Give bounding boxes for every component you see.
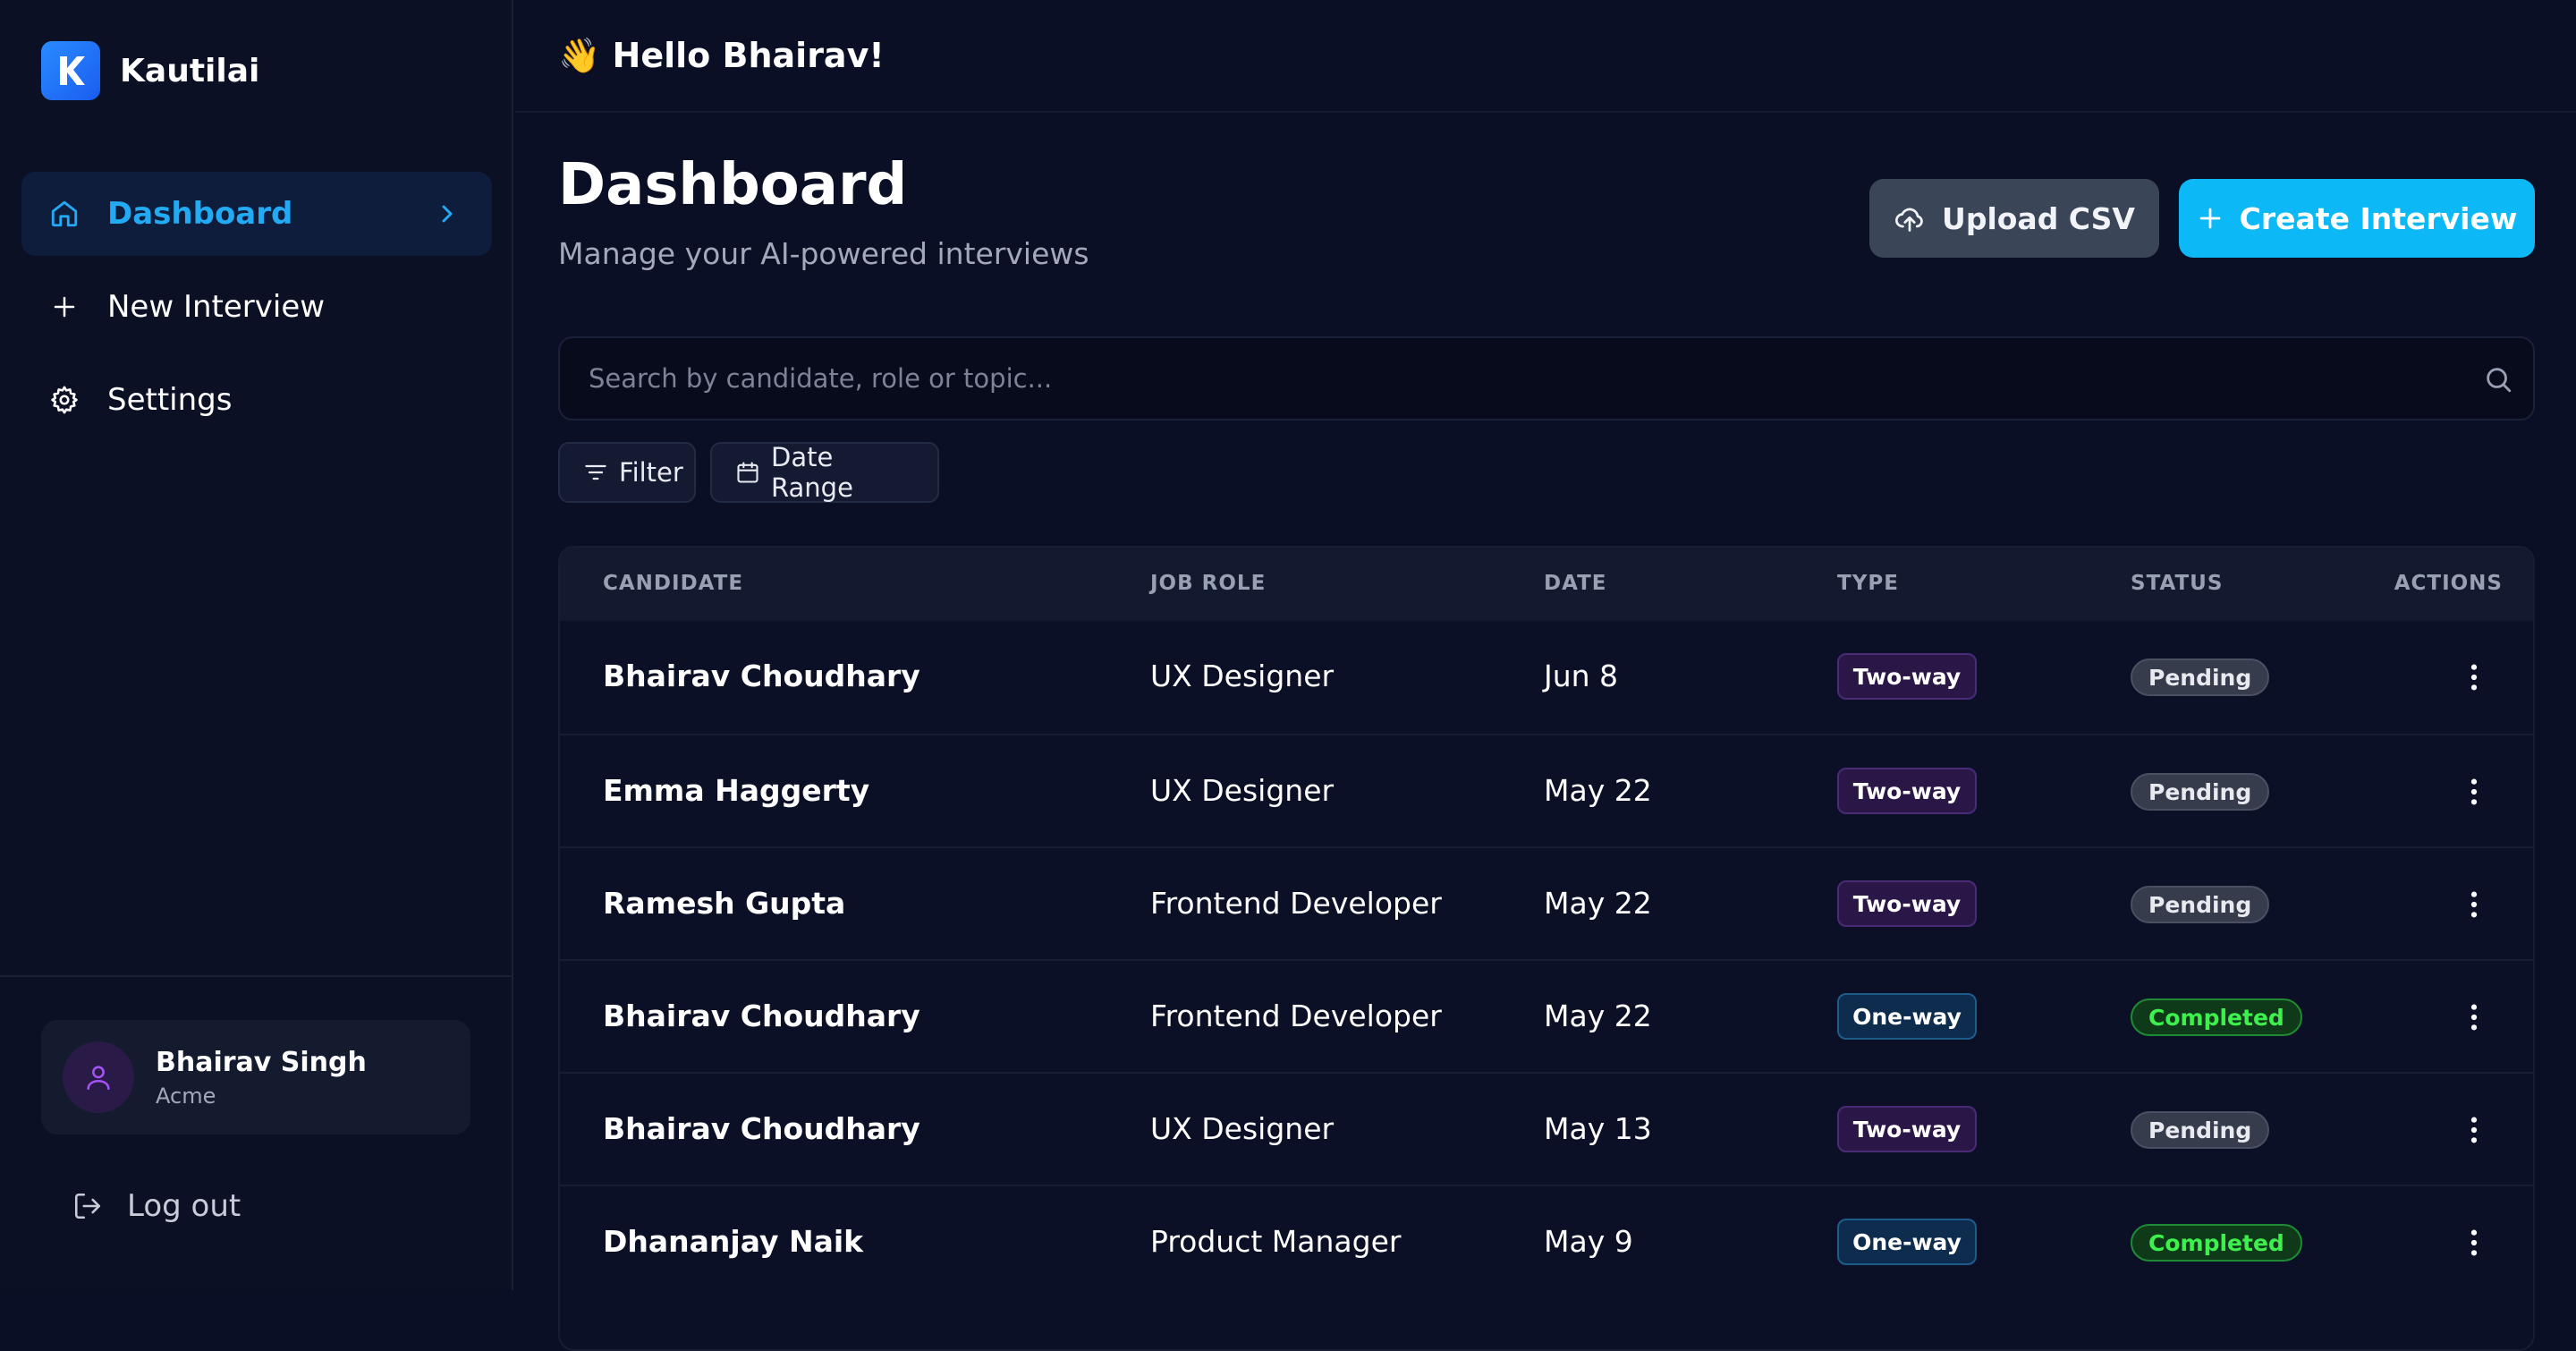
type-badge: Two-way (1837, 768, 1977, 814)
chevron-right-icon (433, 200, 462, 228)
table-row[interactable]: Bhairav Choudhary UX Designer May 13 Two… (560, 1072, 2533, 1185)
status-badge: Completed (2131, 1224, 2302, 1262)
brand-name: Kautilai (120, 52, 260, 89)
calendar-icon (735, 460, 760, 485)
sidebar-item-new-interview[interactable]: New Interview (21, 265, 492, 349)
column-header-candidate[interactable]: CANDIDATE (603, 572, 743, 595)
candidate-name: Emma Haggerty (603, 773, 870, 808)
logo-icon (41, 41, 100, 100)
status-badge: Pending (2131, 886, 2270, 923)
type-badge: Two-way (1837, 880, 1977, 927)
interview-date: May 9 (1544, 1224, 1633, 1259)
type-badge: One-way (1837, 1219, 1977, 1265)
avatar (63, 1041, 134, 1113)
table-row[interactable]: Ramesh Gupta Frontend Developer May 22 T… (560, 846, 2533, 959)
home-icon (48, 198, 80, 230)
user-card[interactable]: Bhairav Singh Acme (41, 1020, 470, 1134)
table-row[interactable]: Emma Haggerty UX Designer May 22 Two-way… (560, 734, 2533, 846)
status-badge: Pending (2131, 659, 2270, 696)
create-interview-label: Create Interview (2239, 200, 2518, 236)
more-options-icon[interactable] (2456, 884, 2492, 925)
cloud-upload-icon (1894, 202, 1926, 234)
user-name: Bhairav Singh (156, 1046, 367, 1078)
logout-button[interactable]: Log out (72, 1181, 241, 1231)
logout-label: Log out (127, 1188, 242, 1224)
plus-icon (48, 291, 80, 323)
column-header-type[interactable]: TYPE (1837, 572, 1899, 595)
job-role: UX Designer (1150, 773, 1335, 808)
filter-label: Filter (619, 457, 683, 488)
type-badge: One-way (1837, 993, 1977, 1040)
date-range-button[interactable]: Date Range (710, 442, 939, 503)
status-badge: Pending (2131, 773, 2270, 811)
greeting: 👋 Hello Bhairav! (558, 35, 885, 75)
interview-date: May 13 (1544, 1111, 1652, 1146)
more-options-icon[interactable] (2456, 997, 2492, 1038)
job-role: Frontend Developer (1150, 998, 1442, 1033)
job-role: UX Designer (1150, 659, 1335, 693)
column-header-job-role[interactable]: JOB ROLE (1150, 572, 1266, 595)
plus-icon (2197, 205, 2224, 232)
candidate-name: Dhananjay Naik (603, 1224, 864, 1259)
interviews-table: CANDIDATE JOB ROLE DATE TYPE STATUS ACTI… (558, 546, 2535, 1351)
column-header-status[interactable]: STATUS (2131, 572, 2223, 595)
logout-icon (72, 1190, 104, 1222)
job-role: Product Manager (1150, 1224, 1402, 1259)
create-interview-button[interactable]: Create Interview (2179, 179, 2535, 258)
brand[interactable]: Kautilai (41, 41, 259, 100)
status-badge: Pending (2131, 1111, 2270, 1149)
sidebar-item-settings[interactable]: Settings (21, 358, 492, 442)
search-icon[interactable] (2483, 364, 2513, 395)
sidebar-divider (0, 975, 513, 977)
table-row[interactable]: Bhairav Choudhary UX Designer Jun 8 Two-… (560, 621, 2533, 734)
top-bar: 👋 Hello Bhairav! (515, 0, 2576, 113)
column-header-date[interactable]: DATE (1544, 572, 1607, 595)
more-options-icon[interactable] (2456, 657, 2492, 698)
user-org: Acme (156, 1083, 216, 1109)
more-options-icon[interactable] (2456, 1109, 2492, 1151)
page-title: Dashboard (558, 152, 908, 218)
upload-csv-label: Upload CSV (1942, 200, 2135, 236)
column-header-actions: ACTIONS (2394, 572, 2503, 595)
table-row[interactable]: Dhananjay Naik Product Manager May 9 One… (560, 1185, 2533, 1297)
type-badge: Two-way (1837, 653, 1977, 700)
candidate-name: Ramesh Gupta (603, 886, 846, 921)
filter-icon (583, 460, 608, 485)
job-role: UX Designer (1150, 1111, 1335, 1146)
status-badge: Completed (2131, 998, 2302, 1036)
more-options-icon[interactable] (2456, 771, 2492, 812)
candidate-name: Bhairav Choudhary (603, 1111, 920, 1146)
date-range-label: Date Range (771, 442, 853, 503)
interview-date: May 22 (1544, 998, 1652, 1033)
sidebar-item-label: Dashboard (107, 196, 293, 232)
search-bar (558, 336, 2535, 421)
type-badge: Two-way (1837, 1106, 1977, 1152)
sidebar: Kautilai Dashboard New Interview Setting… (0, 0, 513, 1290)
candidate-name: Bhairav Choudhary (603, 998, 920, 1033)
interview-date: May 22 (1544, 886, 1652, 921)
sidebar-item-label: New Interview (107, 289, 326, 325)
interview-date: Jun 8 (1544, 659, 1619, 693)
candidate-name: Bhairav Choudhary (603, 659, 920, 693)
search-input[interactable] (587, 338, 2447, 419)
gear-icon (48, 384, 80, 416)
sidebar-item-dashboard[interactable]: Dashboard (21, 172, 492, 256)
more-options-icon[interactable] (2456, 1222, 2492, 1263)
job-role: Frontend Developer (1150, 886, 1442, 921)
table-row[interactable]: Bhairav Choudhary Frontend Developer May… (560, 959, 2533, 1072)
interview-date: May 22 (1544, 773, 1652, 808)
sidebar-item-label: Settings (107, 382, 233, 418)
page-subtitle: Manage your AI-powered interviews (558, 236, 1089, 271)
filter-button[interactable]: Filter (558, 442, 696, 503)
table-header: CANDIDATE JOB ROLE DATE TYPE STATUS ACTI… (560, 548, 2533, 621)
upload-csv-button[interactable]: Upload CSV (1869, 179, 2159, 258)
